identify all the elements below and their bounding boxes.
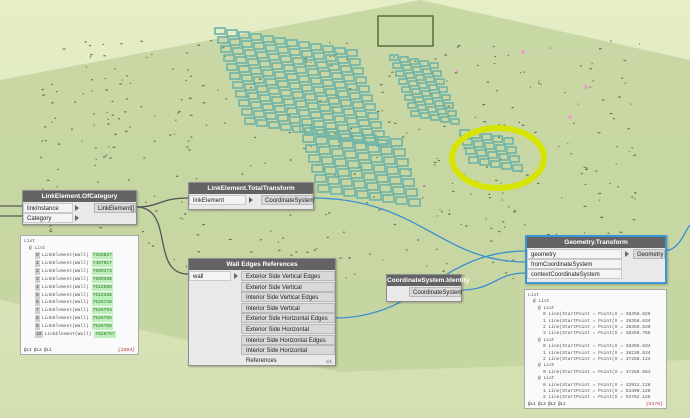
list-index: 4 (35, 283, 40, 291)
list-item: 0 Line(StartPoint = Point(X = 37258.563 (543, 369, 651, 375)
node-title: LinkElement.OfCategory (23, 191, 136, 202)
node-title: LinkElement.TotalTransform (189, 183, 313, 194)
list-item[interactable]: 4 LinkElement(Wall) 7512509 (35, 283, 113, 291)
element-id[interactable]: 7526755 (91, 315, 113, 323)
element-id[interactable]: 7512338 (91, 291, 113, 299)
list-type: LinkElement(Wall) (41, 253, 89, 258)
input-port-fromcoordinatesystem[interactable]: fromCoordinateSystem (527, 259, 622, 269)
input-port-category[interactable]: Category (23, 213, 73, 223)
output-port-interior-side-vertical-edges[interactable]: Interior Side Vertical Edges (241, 292, 335, 303)
output-port-interior-side-horizontal-references[interactable]: Interior Side Horizontal References (241, 345, 335, 364)
list-item[interactable]: 8 LinkElement(Wall) 7526755 (35, 315, 113, 323)
port-arrow-icon (625, 251, 629, 257)
preview-header: List (24, 239, 36, 244)
list-item[interactable]: 10 LinkElement(Wall) 7526757 (35, 331, 116, 338)
list-item[interactable]: 7 LinkElement(Wall) 7526754 (35, 307, 113, 315)
element-id[interactable]: 7526757 (94, 331, 116, 338)
output-port-geometry[interactable]: Geometry (633, 249, 665, 259)
preview-bubble-geometry-transform[interactable]: List @ List @ List 0 Line(StartPoint = Poin… (524, 289, 667, 409)
list-item: 2 Line(StartPoint = Point(X = 53762.128 (543, 395, 651, 401)
list-item[interactable]: 2 LinkElement(Wall) 7509373 (35, 267, 113, 275)
output-port-linkelements[interactable]: LinkElement[] (94, 203, 136, 213)
element-id[interactable]: 7255827 (91, 252, 113, 259)
preview-bubble-ofcategory[interactable]: List @ List 0 LinkElement(Wall) 7255827 1 Link… (20, 235, 139, 355)
list-item[interactable]: 3 LinkElement(Wall) 7509390 (35, 275, 113, 283)
list-type: LinkElement(Wall) (41, 324, 89, 330)
node-linkelement-totaltransform[interactable]: LinkElement.TotalTransform linkElement C… (188, 182, 314, 210)
list-type: LinkElement(Wall) (41, 268, 89, 274)
port-arrow-icon (75, 215, 79, 221)
list-index: 2 (35, 267, 40, 275)
output-port-coordinatesystem[interactable]: CoordinateSystem (409, 287, 462, 297)
list-index: 8 (35, 315, 40, 323)
preview-count: {1094} (117, 348, 135, 353)
port-arrow-icon (75, 205, 79, 211)
node-title: CoordinateSystem.Identity (387, 275, 470, 286)
element-id[interactable]: 7526748 (91, 299, 113, 307)
input-port-linkinstance[interactable]: linkInstance (23, 203, 73, 213)
node-linkelement-ofcategory[interactable]: LinkElement.OfCategory linkInstance Cate… (22, 190, 137, 225)
element-id[interactable]: 7512509 (91, 283, 113, 291)
node-title: Wall Edges References (189, 259, 335, 270)
output-port-exterior-side-vertical-edges[interactable]: Exterior Side Vertical Edges (241, 271, 335, 281)
list-item[interactable]: 5 LinkElement(Wall) 7512338 (35, 291, 113, 299)
preview-subheader: @ List (29, 246, 46, 251)
list-index: 0 (35, 252, 40, 259)
port-arrow-icon (234, 273, 238, 279)
preview-levels: @L4 @L3 @L2 @L1 (528, 403, 566, 407)
input-port-contextcoordinatesystem[interactable]: contextCoordinateSystem (527, 269, 622, 279)
list-item: 3 Line(StartPoint = Point(X = 38358.756 (543, 331, 651, 337)
preview-levels: @L3 @L2 @L1 (24, 349, 52, 353)
element-id[interactable]: 7526754 (91, 307, 113, 315)
output-port-interior-side-horizontal-edges[interactable]: Interior Side Horizontal Edges (241, 334, 335, 345)
input-port-linkelement[interactable]: linkElement (189, 195, 246, 205)
list-item[interactable]: 1 LinkElement(Wall) 7467017 (35, 259, 113, 267)
element-id[interactable]: 7526756 (91, 323, 113, 331)
list-item[interactable]: 9 LinkElement(Wall) 7526756 (35, 323, 113, 331)
list-type: LinkElement(Wall) (41, 308, 89, 314)
list-item[interactable]: 0 LinkElement(Wall) 7255827 (35, 252, 113, 259)
list-type: LinkElement(Wall) (41, 276, 89, 282)
list-index: 9 (35, 323, 40, 331)
list-item[interactable]: 6 LinkElement(Wall) 7526748 (35, 299, 113, 307)
list-index: 6 (35, 299, 40, 307)
preview-count: {5476} (645, 402, 663, 407)
list-index: 3 (35, 275, 40, 283)
output-port-exterior-side-horizontal-references[interactable]: Exterior Side Horizontal References (241, 324, 335, 343)
port-arrow-icon (249, 197, 253, 203)
input-port-geometry[interactable]: geometry (527, 249, 622, 259)
node-title: Geometry.Transform (527, 237, 665, 248)
list-type: LinkElement(Wall) (41, 284, 89, 290)
list-item: 2 Line(StartPoint = Point(X = 37258.124 (543, 357, 651, 362)
node-wall-edges-references[interactable]: Wall Edges References wall Exterior Side… (188, 258, 336, 366)
output-port-exterior-side-vertical-references[interactable]: Exterior Side Vertical References (241, 281, 335, 301)
element-id[interactable]: 7509390 (91, 275, 113, 283)
graph-canvas[interactable]: LinkElement.OfCategory linkInstance Cate… (0, 0, 690, 418)
node-footer: 1/1 (325, 359, 332, 364)
list-index: 7 (35, 307, 40, 315)
output-port-coordinatesystem[interactable]: CoordinateSystem (261, 195, 314, 205)
output-port-exterior-side-horizontal-edges[interactable]: Exterior Side Horizontal Edges (241, 313, 335, 324)
list-type: LinkElement(Wall) (41, 292, 89, 298)
list-index: 10 (35, 331, 43, 338)
list-type: LinkElement(Wall) (44, 332, 92, 337)
element-id[interactable]: 7509373 (91, 267, 113, 275)
node-geometry-transform[interactable]: Geometry.Transform geometry fromCoordina… (525, 235, 667, 284)
list-index: 5 (35, 291, 40, 299)
list-index: 1 (35, 259, 40, 267)
input-port-wall[interactable]: wall (189, 271, 231, 281)
list-type: LinkElement(Wall) (41, 316, 89, 322)
node-coordinatesystem-identity[interactable]: CoordinateSystem.Identity CoordinateSyst… (386, 274, 470, 302)
list-type: LinkElement(Wall) (41, 300, 89, 306)
element-id[interactable]: 7467017 (91, 259, 113, 267)
list-type: LinkElement(Wall) (41, 260, 89, 266)
output-port-interior-side-vertical-references[interactable]: Interior Side Vertical References (241, 302, 335, 322)
